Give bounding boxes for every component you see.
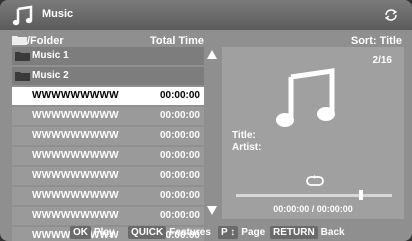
return-key: RETURN <box>270 226 318 239</box>
song-title: WWWWWWWWW <box>32 90 119 101</box>
song-title: WWWWWWWWW <box>32 170 119 181</box>
repeat-mode-icon <box>306 175 324 186</box>
title-label: Title: <box>232 130 256 141</box>
timecode: 00:00:00 / 00:00:00 <box>273 204 353 214</box>
song-duration: 00:00:00 <box>159 110 200 121</box>
scroll-down-arrow-icon[interactable] <box>207 206 217 215</box>
list-item-song[interactable]: WWWWWWWWW 00:00:00 <box>12 167 204 185</box>
return-label: Back <box>320 227 345 238</box>
list-item-song[interactable]: WWWWWWWWW 00:00:00 <box>12 107 204 125</box>
song-duration: 00:00:00 <box>159 130 200 141</box>
footer-key-guide: OK Play QUICK Features P ↕ Page RETURN Back <box>0 223 412 241</box>
quick-features-hint[interactable]: QUICK Features <box>128 226 211 239</box>
folder-name: Music 2 <box>32 70 69 81</box>
folder-column-header: /Folder <box>12 34 64 48</box>
list-item-folder[interactable]: Music 1 <box>12 47 204 65</box>
ok-key: OK <box>70 226 91 239</box>
track-counter: 2/16 <box>372 55 392 66</box>
list-item-song[interactable]: WWWWWWWWW 00:00:00 <box>12 187 204 205</box>
list-item-song[interactable]: WWWWWWWWW 00:00:00 <box>12 147 204 165</box>
title-bar: Music <box>0 0 412 30</box>
p-key-letter: P <box>221 227 228 238</box>
return-back-hint[interactable]: RETURN Back <box>270 226 345 239</box>
music-browser: Music /Folder Total Time Sort: Title Mus… <box>0 0 412 241</box>
folder-icon <box>15 52 30 61</box>
total-time-header: Total Time <box>150 35 204 47</box>
p-key-arrows-icon: ↕ <box>230 227 236 238</box>
song-title: WWWWWWWWW <box>32 130 119 141</box>
now-playing-panel: 2/16 Title: Artist: 00:00:00 / 00:00:00 <box>222 47 404 219</box>
song-title: WWWWWWWWW <box>32 190 119 201</box>
song-duration: 00:00:00 <box>159 150 200 161</box>
folder-name: Music 1 <box>32 50 69 61</box>
song-duration: 00:00:00 <box>159 190 200 201</box>
page-hint[interactable]: P ↕ Page <box>218 226 265 239</box>
progress-fill <box>236 194 361 197</box>
song-title: WWWWWWWWW <box>32 150 119 161</box>
song-duration: 00:00:00 <box>159 170 200 181</box>
quick-key: QUICK <box>128 226 167 239</box>
artist-label: Artist: <box>232 142 262 153</box>
app-title: Music <box>42 8 74 20</box>
file-list: Music 1 Music 2 WWWWWWWWW 00:00:00 WWWWW… <box>12 47 204 241</box>
music-note-icon <box>12 5 33 26</box>
sort-label[interactable]: Sort: Title <box>351 34 402 48</box>
song-title: WWWWWWWWW <box>32 110 119 121</box>
p-key: P ↕ <box>218 226 239 239</box>
track-info: Title: Artist: <box>232 130 261 154</box>
quick-label: Features <box>169 227 211 238</box>
music-note-art-icon <box>276 68 335 127</box>
folder-path-label: /Folder <box>27 35 64 47</box>
page-label: Page <box>241 227 266 238</box>
ok-label: Play <box>94 227 115 238</box>
folder-icon <box>12 36 27 45</box>
folder-icon <box>15 72 30 81</box>
song-duration: 00:00:00 <box>159 90 200 101</box>
list-item-song-selected[interactable]: WWWWWWWWW 00:00:00 <box>12 87 204 105</box>
list-item-song[interactable]: WWWWWWWWW 00:00:00 <box>12 127 204 145</box>
progress-knob[interactable] <box>358 190 363 200</box>
list-item-folder[interactable]: Music 2 <box>12 67 204 85</box>
ok-play-hint[interactable]: OK Play <box>70 226 115 239</box>
repeat-icon <box>384 9 398 21</box>
scroll-up-arrow-icon[interactable] <box>207 50 217 59</box>
progress-bar[interactable] <box>236 190 392 200</box>
